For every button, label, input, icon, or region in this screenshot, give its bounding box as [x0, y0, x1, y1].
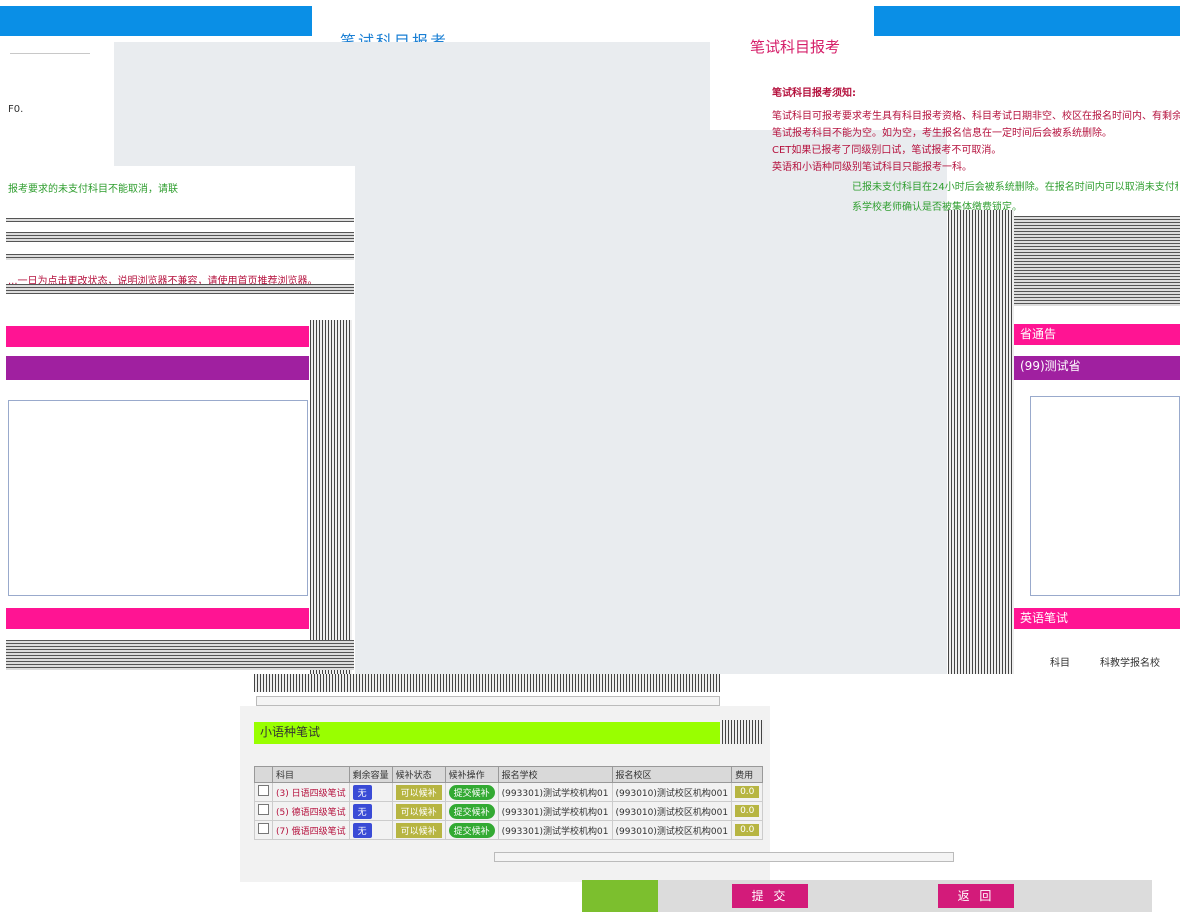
subject-cell: (3) 日语四级笔试 [272, 782, 350, 802]
left-content-box [8, 400, 308, 596]
subject-cell: (7) 俄语四级笔试 [272, 820, 350, 840]
horizontal-scrollbar-2[interactable] [494, 852, 954, 862]
capacity-badge: 无 [352, 822, 372, 838]
capacity-badge: 无 [352, 784, 372, 800]
header-cell: 科目 [272, 766, 350, 783]
submit-button[interactable]: 提 交 [732, 884, 808, 908]
fee-badge: 0.0 [735, 786, 760, 798]
table-header-row: 科目 剩余容量 候补状态 候补操作 报名学校 报名校区 费用 [254, 766, 764, 783]
code-fragment: F0. [8, 104, 24, 115]
submit-waitlist-button[interactable]: 提交候补 [448, 803, 495, 819]
glitch-strip [948, 210, 1014, 674]
province-content-box [1030, 396, 1180, 596]
notice-heading: 笔试科目报考须知: [772, 88, 856, 99]
glitch-strip [722, 720, 764, 744]
table-row: (7) 俄语四级笔试 无 可以候补 提交候补 (993301)测试学校机构01 … [254, 820, 764, 840]
school-cell: (993301)测试学校机构01 [497, 782, 613, 802]
glitch-lines [1014, 216, 1180, 306]
glitch-line [6, 254, 354, 260]
province-notice-bar: 省通告 [1014, 324, 1180, 345]
right-page-title: 笔试科目报考 [750, 38, 841, 56]
horizontal-scrollbar[interactable] [256, 696, 720, 706]
header-cell: 报名学校 [497, 766, 613, 783]
glitch-line [6, 284, 354, 294]
school-cell: (993301)测试学校机构01 [497, 801, 613, 821]
glitch-strip [254, 674, 720, 692]
submit-waitlist-button[interactable]: 提交候补 [448, 822, 495, 838]
left-purple-bar [6, 356, 309, 380]
campus-cell: (993010)测试校区机构001 [611, 801, 733, 821]
left-note: 报考要求的未支付科目不能取消，请联 [8, 184, 178, 195]
glitch-line [6, 232, 354, 242]
left-pink-bar-2 [6, 608, 309, 629]
table-row: (5) 德语四级笔试 无 可以候补 提交候补 (993301)测试学校机构01 … [254, 801, 764, 821]
header-cell: 剩余容量 [348, 766, 393, 783]
notice-area: 笔试科目报考须知: 笔试科目可报考要求考生具有科目报考资格、科目考试日期非空、校… [772, 84, 1180, 175]
small-language-table: 科目 剩余容量 候补状态 候补操作 报名学校 报名校区 费用 (3) 日语四级笔… [254, 766, 764, 840]
divider [10, 53, 90, 54]
status-badge: 可以候补 [395, 803, 442, 819]
notice-green-line: 已报未支付科目在24小时后会被系统删除。在报名时间内可以取消未支付科目报考。如符… [852, 182, 1178, 193]
header-cell: 候补状态 [391, 766, 446, 783]
status-badge: 可以候补 [395, 822, 442, 838]
footer-green-block [582, 880, 658, 912]
school-cell: (993301)测试学校机构01 [497, 820, 613, 840]
notice-line: 英语和小语种同级别笔试科目只能报考一科。 [772, 162, 972, 173]
glitch-line [6, 218, 354, 222]
left-pink-bar [6, 326, 309, 347]
header-cell [254, 766, 273, 783]
status-badge: 可以候补 [395, 784, 442, 800]
notice-line: 笔试科目可报考要求考生具有科目报考资格、科目考试日期非空、校区在报名时间内、有剩… [772, 111, 1180, 122]
col-school: 科教学报名校 [1100, 658, 1160, 669]
header-cell: 报名校区 [611, 766, 733, 783]
province-name-bar: (99)测试省 [1014, 356, 1180, 380]
submit-waitlist-button[interactable]: 提交候补 [448, 784, 495, 800]
glitch-strip [310, 320, 352, 674]
fee-badge: 0.0 [735, 824, 760, 836]
english-written-bar: 英语笔试 [1014, 608, 1180, 629]
campus-cell: (993010)测试校区机构001 [611, 782, 733, 802]
table-row: (3) 日语四级笔试 无 可以候补 提交候补 (993301)测试学校机构01 … [254, 782, 764, 802]
header-cell: 候补操作 [444, 766, 499, 783]
capacity-badge: 无 [352, 803, 372, 819]
row-checkbox[interactable] [258, 804, 269, 815]
subject-cell: (5) 德语四级笔试 [272, 801, 350, 821]
header-cell: 费用 [731, 766, 764, 783]
row-checkbox[interactable] [258, 823, 269, 834]
col-subject: 科目 [1050, 658, 1070, 669]
small-language-title: 小语种笔试 [254, 722, 720, 744]
notice-line: CET如果已报考了同级别口试，笔试报考不可取消。 [772, 145, 1002, 156]
glitch-line [6, 640, 354, 670]
row-checkbox[interactable] [258, 785, 269, 796]
notice-green-line: 系学校老师确认是否被集体缴费锁定。 [852, 202, 1022, 213]
campus-cell: (993010)测试校区机构001 [611, 820, 733, 840]
fee-badge: 0.0 [735, 805, 760, 817]
notice-line: 笔试报考科目不能为空。如为空，考生报名信息在一定时间后会被系统删除。 [772, 128, 1112, 139]
back-button[interactable]: 返 回 [938, 884, 1014, 908]
